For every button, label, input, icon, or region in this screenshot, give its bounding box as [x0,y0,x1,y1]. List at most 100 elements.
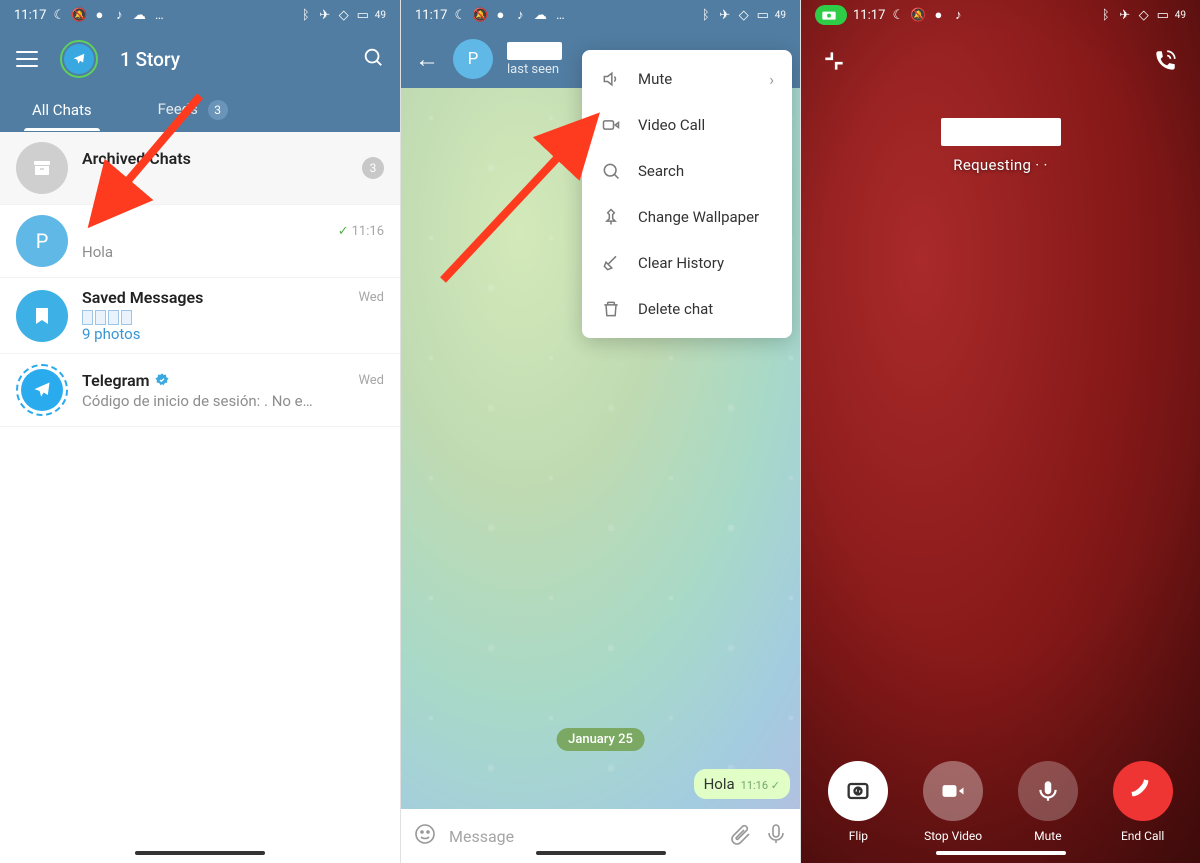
chat-tabs: All Chats Feeds 3 [0,88,400,132]
nav-handle[interactable] [936,851,1066,855]
menu-clear-history[interactable]: Clear History [582,240,792,286]
reddit-icon: ● [493,8,507,22]
verified-icon [154,372,170,388]
date-separator: January 25 [556,728,645,751]
archived-title: Archived Chats [82,149,191,168]
battery-pct: 49 [1175,10,1186,21]
saved-title: Saved Messages [82,288,203,307]
dnd-icon: 🔕 [72,8,86,22]
chevron-right-icon: › [769,70,774,89]
contact-name-redacted [507,42,562,60]
status-time: 11:17 [14,8,46,23]
reddit-icon: ● [931,8,945,22]
bookmark-icon [16,290,68,342]
end-call-button[interactable] [1113,761,1173,821]
bluetooth-icon: ᛒ [1099,8,1113,22]
status-bar: 11:17 ☾ 🔕 ● ♪ ☁ … ᛒ ✈ ◇ ▭ 49 [401,0,800,30]
airplane-icon: ✈ [1118,8,1132,22]
chat-list: Archived Chats 3 P ✓11:16 Hola [0,132,400,427]
phone-chat-list: 11:17 ☾ 🔕 ● ♪ ☁ … ᛒ ✈ ◇ ▭ 49 1 Story All [0,0,400,863]
cloud-icon: ☁ [132,8,146,22]
wifi-icon: ◇ [337,8,351,22]
back-icon[interactable]: ← [415,45,439,74]
battery-icon: ▭ [756,8,770,22]
airplane-icon: ✈ [318,8,332,22]
minimize-icon[interactable] [821,48,849,76]
chat-item-saved[interactable]: Saved Messages Wed 9 photos [0,278,400,354]
airplane-icon: ✈ [718,8,732,22]
call-info: Requesting · · [801,118,1200,174]
microphone-icon[interactable] [764,822,788,850]
cloud-icon: ☁ [533,8,547,22]
phone-chat-view: 11:17 ☾ 🔕 ● ♪ ☁ … ᛒ ✈ ◇ ▭ 49 ← P last se… [400,0,800,863]
story-title: 1 Story [120,48,180,71]
battery-icon: ▭ [356,8,370,22]
chat-item-p[interactable]: P ✓11:16 Hola [0,205,400,278]
paperclip-icon[interactable] [728,822,752,850]
chat-list-header: 1 Story [0,30,400,88]
menu-icon[interactable] [16,51,38,67]
phone-video-call: 11:17 ☾ 🔕 ● ♪ ᛒ ✈ ◇ ▭ 49 Requesting · · [800,0,1200,863]
telegram-logo-icon [64,44,94,74]
story-avatar[interactable] [60,40,98,78]
stop-video-button[interactable] [923,761,983,821]
bluetooth-icon: ᛒ [699,8,713,22]
archived-badge: 3 [362,157,384,179]
status-bar: 11:17 ☾ 🔕 ● ♪ ☁ … ᛒ ✈ ◇ ▭ 49 [0,0,400,30]
dnd-icon: 🔕 [473,8,487,22]
trash-icon [600,298,622,320]
search-icon [600,160,622,182]
tiktok-icon: ♪ [513,8,527,22]
bluetooth-icon: ᛒ [299,8,313,22]
call-controls-bar: Flip Stop Video Mute End Call [801,761,1200,843]
status-time: 11:17 [415,8,447,23]
phone-ring-icon[interactable] [1152,48,1180,76]
emoji-icon[interactable] [413,822,437,850]
camera-active-pill[interactable] [815,5,847,25]
chat-preview: Hola [82,243,384,261]
battery-pct: 49 [775,10,786,21]
menu-wallpaper[interactable]: Change Wallpaper [582,194,792,240]
saved-preview: 9 photos [82,309,384,343]
search-icon[interactable] [362,46,384,72]
contact-avatar: P [16,215,68,267]
message-input[interactable]: Message [449,827,716,846]
speaker-icon [600,68,622,90]
wifi-icon: ◇ [1137,8,1151,22]
broom-icon [600,252,622,274]
archive-icon [16,142,68,194]
status-bar: 11:17 ☾ 🔕 ● ♪ ᛒ ✈ ◇ ▭ 49 [801,0,1200,30]
menu-video-call[interactable]: Video Call [582,102,792,148]
feeds-badge: 3 [208,100,228,120]
tiktok-icon: ♪ [112,8,126,22]
tab-feeds[interactable]: Feeds 3 [150,88,236,132]
nav-handle[interactable] [135,851,265,855]
more-icon: … [152,8,166,22]
menu-delete-chat[interactable]: Delete chat [582,286,792,332]
flip-camera-button[interactable] [828,761,888,821]
mute-button[interactable] [1018,761,1078,821]
chat-item-telegram[interactable]: Telegram Wed Código de inicio de sesión:… [0,354,400,427]
nav-handle[interactable] [536,851,666,855]
more-icon: … [553,8,567,22]
moon-icon: ☾ [52,8,66,22]
dnd-icon: 🔕 [911,8,925,22]
battery-icon: ▭ [1156,8,1170,22]
telegram-preview: Código de inicio de sesión: . No e… [82,392,384,410]
check-icon: ✓ [338,224,349,239]
check-icon: ✓ [771,779,780,792]
tab-all-chats[interactable]: All Chats [24,89,100,131]
battery-pct: 49 [375,10,386,21]
tiktok-icon: ♪ [951,8,965,22]
menu-search[interactable]: Search [582,148,792,194]
pin-icon [600,206,622,228]
menu-mute[interactable]: Mute › [582,56,792,102]
status-time: 11:17 [853,8,885,23]
moon-icon: ☾ [453,8,467,22]
contact-avatar[interactable]: P [453,39,493,79]
chat-options-menu: Mute › Video Call Search Change Wallpape… [582,50,792,338]
telegram-avatar [16,364,68,416]
message-bubble-out[interactable]: Hola 11:16 ✓ [694,769,790,799]
video-icon [600,114,622,136]
archived-chats-item[interactable]: Archived Chats 3 [0,132,400,205]
